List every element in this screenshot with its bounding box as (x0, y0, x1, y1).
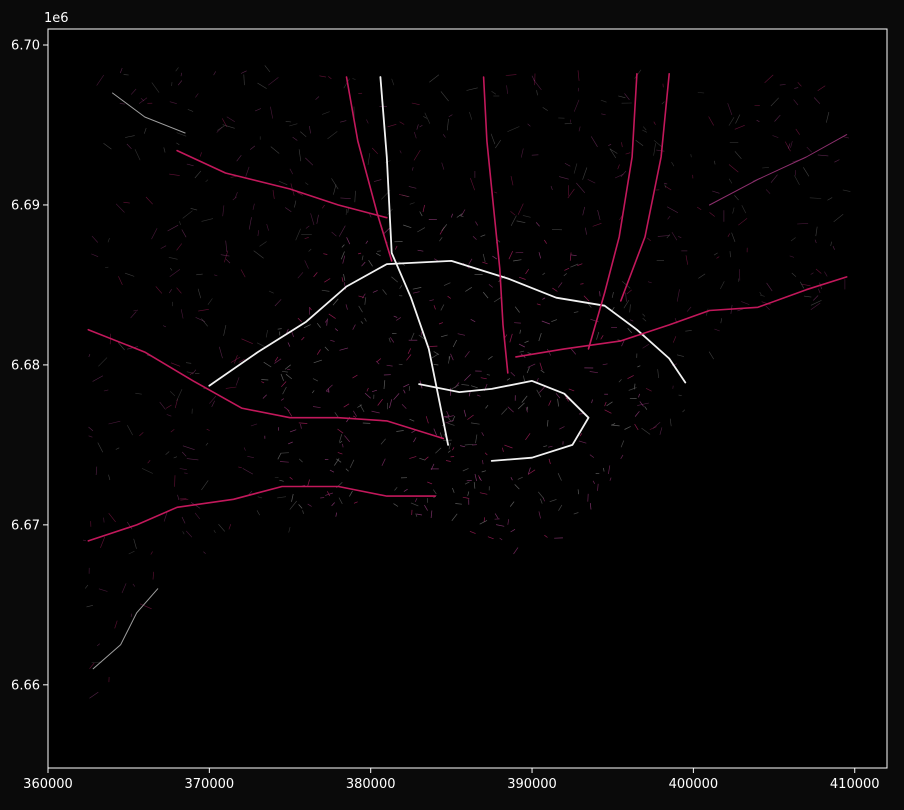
street-segment (261, 379, 269, 381)
y-tick-label: 6.67 (11, 518, 40, 533)
street-segment (377, 250, 381, 252)
street-segment (577, 489, 579, 495)
x-tick-label: 360000 (23, 777, 73, 792)
x-tick-label: 400000 (669, 777, 719, 792)
y-tick-label: 6.66 (11, 678, 40, 693)
x-tick-label: 390000 (507, 777, 557, 792)
street-segment (515, 251, 524, 254)
x-tick-label: 370000 (185, 777, 235, 792)
street-segment (280, 452, 289, 454)
street-segment (408, 386, 411, 391)
street-segment (599, 291, 601, 297)
map-figure: 360000 370000 380000 390000 400000 410000 6.6… (0, 0, 904, 810)
y-tick-label: 6.69 (11, 198, 40, 213)
x-tick-label: 410000 (830, 777, 880, 792)
y-tick-label: 6.70 (11, 38, 40, 53)
street-segment (320, 497, 325, 499)
y-offset-label: 1e6 (44, 11, 69, 26)
y-tick-label: 6.68 (11, 358, 40, 373)
x-tick-label: 380000 (346, 777, 396, 792)
axes-background (48, 29, 887, 768)
street-segment (449, 387, 452, 396)
